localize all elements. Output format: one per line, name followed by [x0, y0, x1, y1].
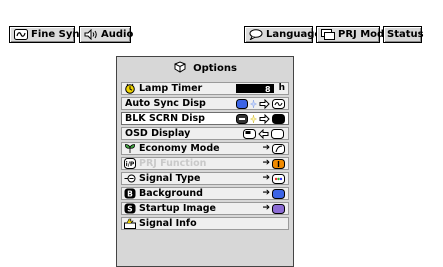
fine-sync-icon	[14, 29, 28, 40]
screen-blue-icon	[236, 98, 248, 109]
leaf-icon	[124, 143, 136, 154]
tab-fine-sync[interactable]: Fine Sync	[9, 26, 85, 43]
arrow-right-icon	[259, 98, 270, 109]
menu-item-label: PRJ Function	[139, 158, 207, 169]
menu-item-startup-image[interactable]: S Startup Image ➔	[121, 202, 289, 215]
menu-item-label: Auto Sync Disp	[125, 98, 206, 109]
startup-purple-icon	[272, 203, 285, 214]
submenu-arrow-icon: ➔	[262, 143, 270, 153]
info-orange-icon	[272, 158, 285, 169]
screen-osd-icon	[243, 128, 256, 139]
menu-item-auto-sync-disp[interactable]: Auto Sync Disp	[121, 97, 289, 110]
menu-item-signal-info[interactable]: Signal Info	[121, 217, 289, 230]
signal-type-icon	[124, 173, 136, 184]
background-blue-icon	[272, 188, 285, 199]
menu-item-label: Signal Type	[139, 173, 201, 184]
prj-function-icon: i/P	[124, 158, 136, 169]
menu-item-economy-mode[interactable]: Economy Mode ➔	[121, 142, 289, 155]
tab-status[interactable]: Status	[383, 26, 424, 43]
signal-info-icon	[124, 218, 136, 229]
menu-item-prj-function[interactable]: i/P PRJ Function ➔	[121, 157, 289, 170]
signal-indicator-icon	[272, 173, 285, 184]
tab-language-label: Language	[266, 29, 322, 40]
menu-item-lamp-timer[interactable]: Lamp Timer 8 h	[121, 82, 289, 95]
menu-item-label: Signal Info	[139, 218, 197, 229]
speaker-icon	[84, 29, 98, 40]
svg-text:i/P: i/P	[126, 161, 135, 168]
speech-bubble-icon	[249, 29, 263, 40]
black-screen-icon	[236, 113, 248, 124]
tab-status-label: Status	[387, 29, 424, 40]
startup-image-icon: S	[124, 203, 136, 214]
arrow-left-icon	[258, 128, 269, 139]
screen-sync-icon	[272, 98, 285, 109]
tab-audio-label: Audio	[101, 29, 134, 40]
economy-indicator-icon	[272, 143, 285, 154]
sparkle-icon	[250, 99, 257, 108]
lamp-timer-icon	[124, 83, 136, 94]
menu-item-label: Background	[139, 188, 203, 199]
tab-audio[interactable]: Audio	[79, 26, 134, 43]
menu-item-background[interactable]: B Background ➔	[121, 187, 289, 200]
lamp-timer-value: 8	[235, 84, 274, 94]
background-icon: B	[124, 188, 136, 199]
submenu-arrow-icon: ➔	[262, 188, 270, 198]
svg-text:S: S	[127, 205, 132, 214]
submenu-arrow-icon: ➔	[262, 158, 270, 168]
submenu-arrow-icon: ➔	[262, 173, 270, 183]
menu-title-text: Options	[193, 62, 237, 74]
menu-item-osd-display[interactable]: OSD Display	[121, 127, 289, 140]
tab-prj-mode[interactable]: PRJ Mode	[316, 26, 391, 43]
lamp-timer-unit: h	[278, 83, 285, 93]
menu-item-label: BLK SCRN Disp	[125, 113, 205, 124]
menu-item-label: Economy Mode	[139, 143, 220, 154]
screen-black-icon	[272, 113, 285, 124]
tab-language[interactable]: Language	[244, 26, 321, 43]
monitor-icon	[321, 29, 335, 40]
tab-fine-sync-label: Fine Sync	[31, 29, 86, 40]
options-icon	[173, 60, 187, 76]
menu-item-blk-scrn-disp[interactable]: BLK SCRN Disp	[121, 112, 289, 125]
menu-item-signal-type[interactable]: Signal Type ➔	[121, 172, 289, 185]
menu-item-label: OSD Display	[125, 128, 191, 139]
sparkle-icon	[250, 114, 257, 123]
submenu-arrow-icon: ➔	[262, 203, 270, 213]
menu-title: Options	[117, 57, 293, 79]
screen-blank-icon	[271, 128, 284, 139]
svg-text:B: B	[127, 190, 133, 199]
options-menu: Options Lamp Timer 8 h Auto Sync Disp BL…	[116, 56, 294, 267]
arrow-right-icon	[259, 113, 270, 124]
menu-item-label: Startup Image	[139, 203, 216, 214]
menu-item-label: Lamp Timer	[139, 83, 203, 94]
